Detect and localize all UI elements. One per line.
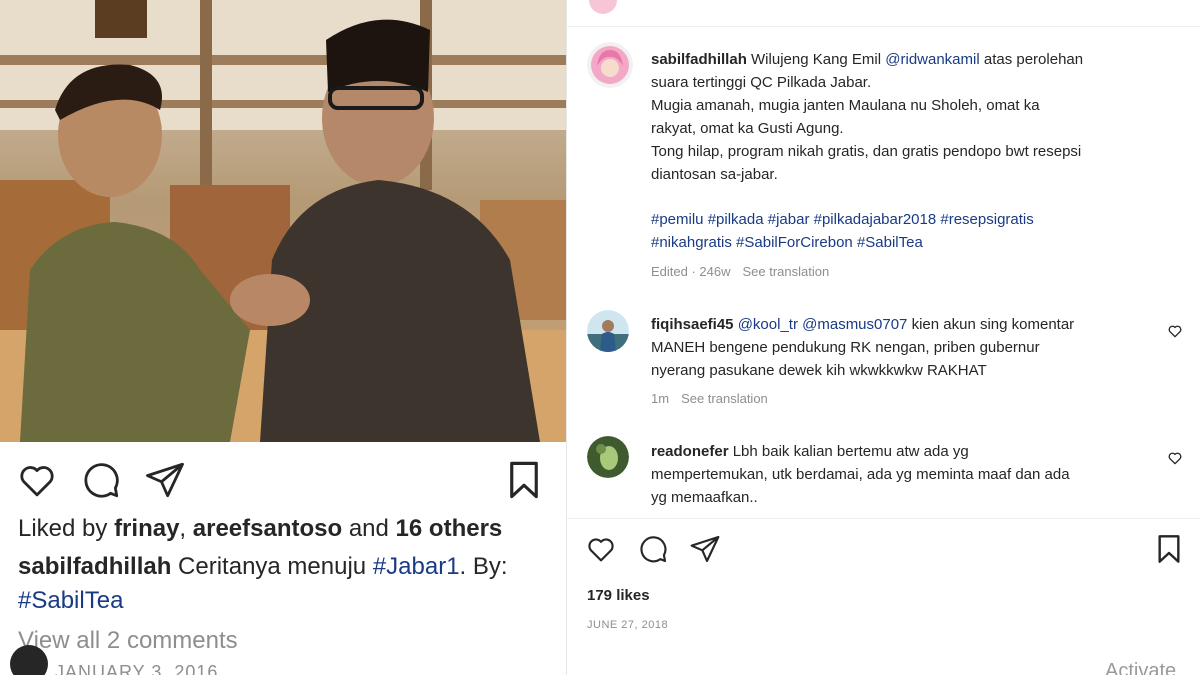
comment-line: nyerang pasukane dewek kih wkwkkwkw RAKH… <box>651 362 987 379</box>
paper-plane-icon[interactable] <box>689 533 721 565</box>
comment: fiqihsaefi45 @kool_tr @masmus0707 kien a… <box>651 313 1151 382</box>
liked-and: and <box>342 515 396 542</box>
comment-icon[interactable] <box>637 533 669 565</box>
liked-separator: , <box>179 515 193 542</box>
comment-time: 1m <box>651 391 670 406</box>
caption-meta: Edited · 246w See translation <box>651 264 841 279</box>
comment-meta: 1m See translation <box>651 391 780 406</box>
mention-link[interactable]: @ridwankamil <box>885 51 979 68</box>
hashtags-line[interactable]: #pemilu #pilkada #jabar #pilkadajabar201… <box>651 211 1034 228</box>
right-panel: sabilfadhillah Wilujeng Kang Emil @ridwa… <box>566 0 1200 675</box>
caption-line: suara tertinggi QC Pilkada Jabar. <box>651 74 872 91</box>
comment-line: MANEH bengene pendukung RK nengan, pribe… <box>651 339 1040 356</box>
caption-username[interactable]: sabilfadhillah <box>18 553 171 580</box>
avatar[interactable] <box>10 645 48 675</box>
caption-username[interactable]: sabilfadhillah <box>651 51 747 68</box>
caption-line: rakyat, omat ka Gusti Agung. <box>651 120 844 137</box>
caption-line: Mugia amanah, mugia janten Maulana nu Sh… <box>651 97 1040 114</box>
view-all-comments-link[interactable]: View all 2 comments <box>18 627 238 655</box>
comment-line: yg memaafkan.. <box>651 489 758 506</box>
post-caption: sabilfadhillah Ceritanya menuju #Jabar1.… <box>18 550 558 618</box>
caption-text: Wilujeng Kang Emil <box>746 51 886 68</box>
paper-plane-icon[interactable] <box>144 459 186 501</box>
hashtag-link[interactable]: #SabilTea <box>18 587 123 614</box>
see-translation-link[interactable]: See translation <box>743 264 830 279</box>
comment-text: kien akun sing komentar <box>907 316 1075 333</box>
liked-user-link[interactable]: areefsantoso <box>193 515 342 542</box>
left-post: Liked by frinay, areefsantoso and 16 oth… <box>0 0 566 675</box>
liked-others-link[interactable]: 16 others <box>396 515 503 542</box>
divider <box>567 26 1200 27</box>
caption-text: Ceritanya menuju <box>171 553 373 580</box>
post-photo[interactable] <box>0 0 566 442</box>
comment-icon[interactable] <box>80 459 122 501</box>
bookmark-icon[interactable] <box>503 459 545 501</box>
post-action-bar <box>0 455 566 505</box>
hashtags-line[interactable]: #nikahgratis #SabilForCirebon #SabilTea <box>651 234 923 251</box>
post-photo-image <box>0 0 566 442</box>
liked-user-link[interactable]: frinay <box>114 515 179 542</box>
comment-username[interactable]: readonefer <box>651 443 729 460</box>
liked-prefix: Liked by <box>18 515 115 542</box>
caption-line: diantosan sa-jabar. <box>651 166 778 183</box>
hashtag-link[interactable]: #Jabar1 <box>373 553 460 580</box>
avatar[interactable] <box>587 310 629 352</box>
mention-link[interactable]: @masmus0707 <box>802 316 907 333</box>
post-date: JUNE 27, 2018 <box>587 619 669 631</box>
activate-watermark: Activate <box>1105 660 1177 675</box>
comment: readonefer Lbh baik kalian bertemu atw a… <box>651 440 1151 509</box>
likes-count[interactable]: 179 likes <box>587 587 650 604</box>
avatar[interactable] <box>587 436 629 478</box>
liked-by-text: Liked by frinay, areefsantoso and 16 oth… <box>18 515 502 543</box>
mention-link[interactable]: @kool_tr <box>738 316 798 333</box>
heart-icon[interactable] <box>1167 323 1183 339</box>
avatar[interactable] <box>589 0 617 14</box>
see-translation-link[interactable]: See translation <box>681 391 768 406</box>
comment-username[interactable]: fiqihsaefi45 <box>651 316 734 333</box>
post-caption: sabilfadhillah Wilujeng Kang Emil @ridwa… <box>651 48 1171 254</box>
heart-icon[interactable] <box>1167 450 1183 466</box>
post-date: JANUARY 3, 2016 <box>55 662 219 675</box>
caption-text: atas perolehan <box>979 51 1084 68</box>
comment-text: Lbh baik kalian bertemu atw ada yg <box>728 443 969 460</box>
caption-text: . By: <box>459 553 508 580</box>
heart-icon[interactable] <box>585 533 617 565</box>
edited-time: Edited · 246w <box>651 264 731 279</box>
divider <box>567 518 1200 519</box>
heart-icon[interactable] <box>16 459 58 501</box>
caption-line: Tong hilap, program nikah gratis, dan gr… <box>651 143 1082 160</box>
comment-line: mempertemukan, utk berdamai, ada yg memi… <box>651 466 1070 483</box>
avatar[interactable] <box>587 42 633 88</box>
bookmark-icon[interactable] <box>1153 533 1185 565</box>
